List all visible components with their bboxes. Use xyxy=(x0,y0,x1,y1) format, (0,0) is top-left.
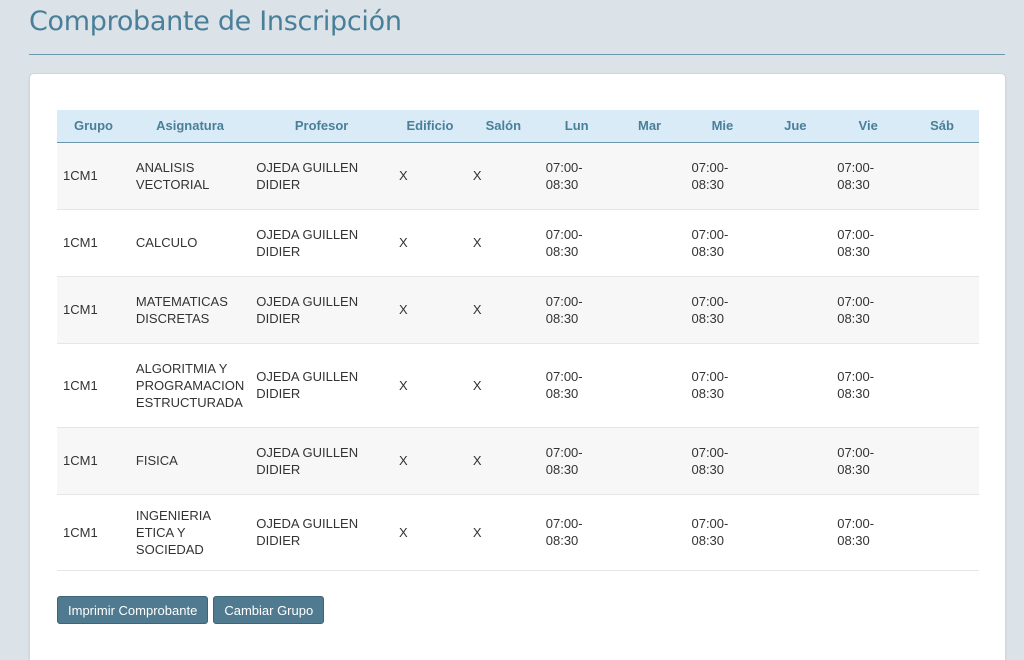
header-mar: Mar xyxy=(613,110,686,143)
cell-sab xyxy=(905,427,979,495)
cell-mie: 07:00-08:30 xyxy=(685,343,760,428)
cell-sab xyxy=(905,494,979,571)
cell-jue xyxy=(759,142,832,210)
table-row: 1CM1 INGENIERIA ETICA Y SOCIEDAD OJEDA GUI… xyxy=(57,494,979,571)
cell-vie: 07:00-08:30 xyxy=(831,276,906,344)
cell-grupo: 1CM1 xyxy=(57,142,130,210)
header-edificio: Edificio xyxy=(392,110,467,143)
action-buttons: Imprimir Comprobante Cambiar Grupo xyxy=(57,596,325,624)
cell-grupo: 1CM1 xyxy=(57,343,130,428)
cell-jue xyxy=(759,209,832,277)
cell-profesor: OJEDA GUILLEN DIDIER xyxy=(250,494,393,571)
cell-jue xyxy=(759,276,832,344)
cell-salon: X xyxy=(466,427,540,495)
cell-salon: X xyxy=(466,343,540,428)
cell-mie: 07:00-08:30 xyxy=(685,494,760,571)
cell-mar xyxy=(613,494,686,571)
cell-jue xyxy=(759,427,832,495)
header-asignatura: Asignatura xyxy=(129,110,251,143)
table-row: 1CM1 FISICA OJEDA GUILLEN DIDIER X X 07:00-08… xyxy=(57,427,979,495)
cell-vie: 07:00-08:30 xyxy=(831,343,906,428)
cell-grupo: 1CM1 xyxy=(57,209,130,277)
cell-sab xyxy=(905,343,979,428)
cell-vie: 07:00-08:30 xyxy=(831,209,906,277)
page-container: Comprobante de Inscripción Grupo Asignat… xyxy=(3,0,1021,660)
print-receipt-button[interactable]: Imprimir Comprobante xyxy=(57,596,209,624)
table-header-row: Grupo Asignatura Profesor Edificio Salón… xyxy=(57,110,979,143)
cell-asignatura: CALCULO xyxy=(129,209,251,277)
cell-asignatura: FISICA xyxy=(129,427,251,495)
cell-asignatura: INGENIERIA ETICA Y SOCIEDAD xyxy=(129,494,251,571)
cell-vie: 07:00-08:30 xyxy=(831,494,906,571)
schedule-table: Grupo Asignatura Profesor Edificio Salón… xyxy=(57,110,979,571)
cell-grupo: 1CM1 xyxy=(57,276,130,344)
cell-salon: X xyxy=(466,494,540,571)
cell-jue xyxy=(759,343,832,428)
header-lun: Lun xyxy=(539,110,614,143)
table-row: 1CM1 ALGORITMIA Y PROGRAMACION ESTRUCTURA… xyxy=(57,343,979,428)
header-mie: Mie xyxy=(685,110,760,143)
cell-edificio: X xyxy=(392,276,467,344)
cell-profesor: OJEDA GUILLEN DIDIER xyxy=(250,343,393,428)
title-divider xyxy=(29,54,1005,55)
cell-vie: 07:00-08:30 xyxy=(831,427,906,495)
cell-lun: 07:00-08:30 xyxy=(539,494,614,571)
enrollment-card: Grupo Asignatura Profesor Edificio Salón… xyxy=(29,73,1006,660)
cell-edificio: X xyxy=(392,494,467,571)
header-sab: Sáb xyxy=(905,110,979,143)
header-salon: Salón xyxy=(466,110,540,143)
cell-profesor: OJEDA GUILLEN DIDIER xyxy=(250,142,393,210)
cell-edificio: X xyxy=(392,209,467,277)
cell-sab xyxy=(905,209,979,277)
cell-lun: 07:00-08:30 xyxy=(539,276,614,344)
cell-profesor: OJEDA GUILLEN DIDIER xyxy=(250,427,393,495)
cell-mar xyxy=(613,142,686,210)
cell-mie: 07:00-08:30 xyxy=(685,427,760,495)
cell-lun: 07:00-08:30 xyxy=(539,142,614,210)
cell-grupo: 1CM1 xyxy=(57,427,130,495)
cell-sab xyxy=(905,276,979,344)
cell-edificio: X xyxy=(392,142,467,210)
cell-lun: 07:00-08:30 xyxy=(539,209,614,277)
cell-mar xyxy=(613,209,686,277)
cell-edificio: X xyxy=(392,343,467,428)
cell-salon: X xyxy=(466,209,540,277)
cell-salon: X xyxy=(466,276,540,344)
cell-asignatura: ANALISIS VECTORIAL xyxy=(129,142,251,210)
header-vie: Vie xyxy=(831,110,906,143)
cell-vie: 07:00-08:30 xyxy=(831,142,906,210)
header-profesor: Profesor xyxy=(250,110,393,143)
cell-mie: 07:00-08:30 xyxy=(685,276,760,344)
cell-profesor: OJEDA GUILLEN DIDIER xyxy=(250,209,393,277)
table-row: 1CM1 MATEMATICAS DISCRETAS OJEDA GUILLEN D… xyxy=(57,276,979,344)
cell-mar xyxy=(613,343,686,428)
table-row: 1CM1 ANALISIS VECTORIAL OJEDA GUILLEN DIDI… xyxy=(57,142,979,210)
cell-profesor: OJEDA GUILLEN DIDIER xyxy=(250,276,393,344)
header-jue: Jue xyxy=(759,110,832,143)
change-group-button[interactable]: Cambiar Grupo xyxy=(213,596,325,624)
cell-mar xyxy=(613,276,686,344)
cell-edificio: X xyxy=(392,427,467,495)
cell-asignatura: MATEMATICAS DISCRETAS xyxy=(129,276,251,344)
cell-asignatura: ALGORITMIA Y PROGRAMACION ESTRUCTURADA xyxy=(129,343,251,428)
page-title: Comprobante de Inscripción xyxy=(29,6,402,37)
cell-salon: X xyxy=(466,142,540,210)
cell-jue xyxy=(759,494,832,571)
cell-mie: 07:00-08:30 xyxy=(685,142,760,210)
cell-lun: 07:00-08:30 xyxy=(539,343,614,428)
cell-sab xyxy=(905,142,979,210)
cell-mar xyxy=(613,427,686,495)
cell-grupo: 1CM1 xyxy=(57,494,130,571)
header-grupo: Grupo xyxy=(57,110,130,143)
cell-lun: 07:00-08:30 xyxy=(539,427,614,495)
table-row: 1CM1 CALCULO OJEDA GUILLEN DIDIER X X 07:00-0… xyxy=(57,209,979,277)
cell-mie: 07:00-08:30 xyxy=(685,209,760,277)
